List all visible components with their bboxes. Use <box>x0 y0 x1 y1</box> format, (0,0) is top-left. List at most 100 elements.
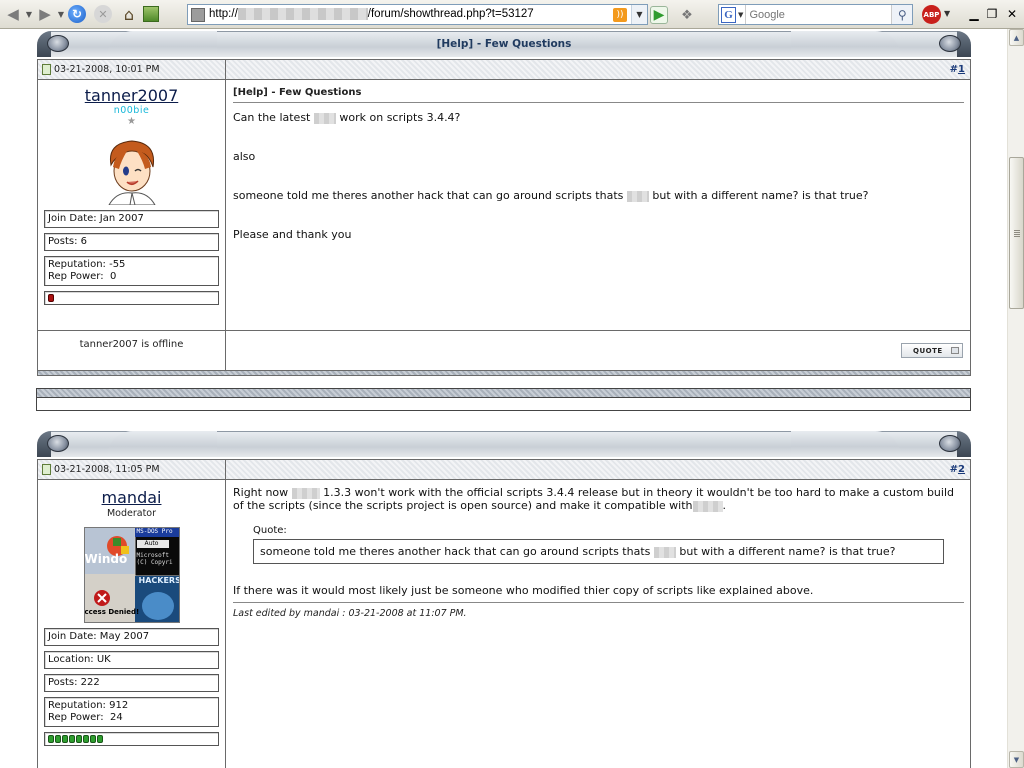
rss-feed-icon[interactable]: )) <box>613 7 627 22</box>
post-number[interactable]: #2 <box>226 460 970 479</box>
post-message: Right now 1.3.3 won't work with the offi… <box>226 480 970 768</box>
engine-dropdown-icon[interactable]: ▼ <box>738 11 745 19</box>
reputation: Reputation: -55 <box>48 259 126 270</box>
user-avatar[interactable]: MS-DOS Pro Auto Microsoft (C) Copyri Win… <box>83 527 180 623</box>
posts-count: Posts: 6 <box>48 236 88 247</box>
user-info-column: mandai Moderator MS-DOS Pro Auto Microso… <box>38 480 226 768</box>
avatar-text: MS-DOS Pro <box>136 528 173 535</box>
reload-icon: ↻ <box>68 5 86 23</box>
post-body-row: mandai Moderator MS-DOS Pro Auto Microso… <box>38 480 970 768</box>
redacted-text <box>626 190 649 202</box>
back-dropdown-icon[interactable]: ▼ <box>24 3 34 25</box>
scroll-thumb[interactable] <box>1009 157 1024 309</box>
reputation-dot-green-icon <box>69 735 75 743</box>
stop-button[interactable]: ✕ <box>92 3 114 25</box>
join-date-box: Join Date: May 2007 <box>44 628 219 646</box>
close-icon[interactable]: ✕ <box>1005 7 1019 21</box>
post-2: 03-21-2008, 11:05 PM #2 mandai Moderator <box>37 459 971 768</box>
google-engine-icon[interactable]: G <box>721 6 737 23</box>
post-actions: QUOTE <box>226 331 970 370</box>
reputation-dot-green-icon <box>55 735 61 743</box>
username-link[interactable]: mandai <box>44 488 219 507</box>
search-input[interactable] <box>745 5 892 24</box>
join-date: Join Date: Jan 2007 <box>48 213 144 224</box>
reputation-dot-green-icon <box>76 735 82 743</box>
avatar-text: Auto <box>144 540 159 547</box>
user-avatar[interactable] <box>97 135 167 206</box>
posts-count: Posts: 222 <box>48 677 100 688</box>
user-info-column: tanner2007 n00bie ★ Join Date: Jan 2007 … <box>38 80 226 330</box>
adblock-dropdown-icon[interactable]: ▼ <box>944 9 950 18</box>
quote-button[interactable]: QUOTE <box>901 343 963 358</box>
post-number[interactable]: #1 <box>226 60 970 79</box>
post-body-row: tanner2007 n00bie ★ Join Date: Jan 2007 … <box>38 80 970 330</box>
message-text: someone told me theres another hack that… <box>233 189 624 202</box>
reputation-dot-green-icon <box>97 735 103 743</box>
user-title: Moderator <box>106 508 157 519</box>
avatar-text: HACKERS <box>138 576 180 585</box>
go-button[interactable]: ▶ <box>650 6 668 24</box>
post-header-bar <box>37 431 971 457</box>
reputation-dot-green-icon <box>62 735 68 743</box>
extension-icon[interactable]: ❖ <box>678 6 696 24</box>
search-magnifier-icon[interactable]: ⚲ <box>891 5 912 24</box>
post-bottom-strip <box>37 370 971 376</box>
site-favicon-icon <box>191 7 205 22</box>
online-status: tanner2007 is offline <box>38 331 226 370</box>
reputation-dot-red-icon <box>48 294 54 302</box>
quote-label: Quote: <box>253 525 287 536</box>
quote-text: but with a different name? is that true? <box>679 545 896 558</box>
header-curve-right <box>791 431 901 457</box>
post-footer-row: tanner2007 is offline QUOTE <box>38 330 970 370</box>
message-text: Right now <box>233 486 289 499</box>
forward-arrow-icon[interactable]: ▶ <box>34 3 56 25</box>
avatar-text: Windo <box>84 552 128 566</box>
rep-power: Rep Power: 24 <box>48 712 123 723</box>
location-box: Location: UK <box>44 651 219 669</box>
post-number-link[interactable]: 2 <box>958 464 965 475</box>
post-icon <box>42 464 51 475</box>
avatar-text: ccess Denied! <box>84 608 140 616</box>
quote-button-label: QUOTE <box>913 346 943 355</box>
back-arrow-icon[interactable]: ◀ <box>2 3 24 25</box>
post-1: 03-21-2008, 10:01 PM #1 tanner2007 n00bi… <box>37 59 971 371</box>
history-dropdown-icon[interactable]: ▼ <box>631 5 647 24</box>
reputation-dot-green-icon <box>83 735 89 743</box>
forward-dropdown-icon[interactable]: ▼ <box>56 3 66 25</box>
address-bar[interactable]: http:///forum/showthread.php?t=53127 )) … <box>187 4 648 25</box>
adblock-icon[interactable]: ABP <box>922 5 941 24</box>
post-meta-row: 03-21-2008, 10:01 PM #1 <box>38 60 970 80</box>
avatar-text: (C) Copyri <box>136 559 173 566</box>
reputation-box: Reputation: 912 Rep Power: 24 <box>44 697 219 727</box>
url-prefix: http:// <box>209 8 238 21</box>
post-meta-row: 03-21-2008, 11:05 PM #2 <box>38 460 970 480</box>
minimize-icon[interactable]: ▁ <box>967 7 981 21</box>
username-link[interactable]: tanner2007 <box>44 86 219 105</box>
post-message: [Help] - Few Questions Can the latest wo… <box>226 80 970 330</box>
message-text: . <box>722 499 727 512</box>
search-bar[interactable]: G ▼ ⚲ <box>718 4 913 25</box>
scroll-up-arrow-icon[interactable]: ▲ <box>1009 29 1024 46</box>
message-paragraph: Please and thank you <box>233 228 352 241</box>
restore-icon[interactable]: ❐ <box>985 7 999 21</box>
header-knob-right-icon <box>939 435 961 452</box>
address-text[interactable]: http:// /forum/showthread.php?t=53127 <box>209 8 613 21</box>
post-number-link[interactable]: 1 <box>958 64 965 75</box>
reload-button[interactable]: ↻ <box>66 3 88 25</box>
vertical-scrollbar[interactable]: ▲ ▼ <box>1007 29 1024 768</box>
rank-star-icon: ★ <box>127 116 136 127</box>
bookmarks-button[interactable] <box>140 3 162 25</box>
post-icon <box>42 64 51 75</box>
scroll-down-arrow-icon[interactable]: ▼ <box>1009 751 1024 768</box>
redacted-text <box>291 487 320 499</box>
go-arrow-icon: ▶ <box>653 7 665 23</box>
message-text: 1.3.3 won't work with the official scrip… <box>233 486 954 512</box>
quote-text: someone told me theres another hack that… <box>260 545 651 558</box>
home-button[interactable]: ⌂ <box>118 3 140 25</box>
message-text: work on scripts 3.4.4? <box>339 111 461 124</box>
post-date: 03-21-2008, 11:05 PM <box>54 464 160 475</box>
message-text: Can the latest <box>233 111 311 124</box>
quote-icon <box>951 347 959 354</box>
header-curve-left <box>107 431 217 457</box>
header-knob-left-icon <box>47 435 69 452</box>
